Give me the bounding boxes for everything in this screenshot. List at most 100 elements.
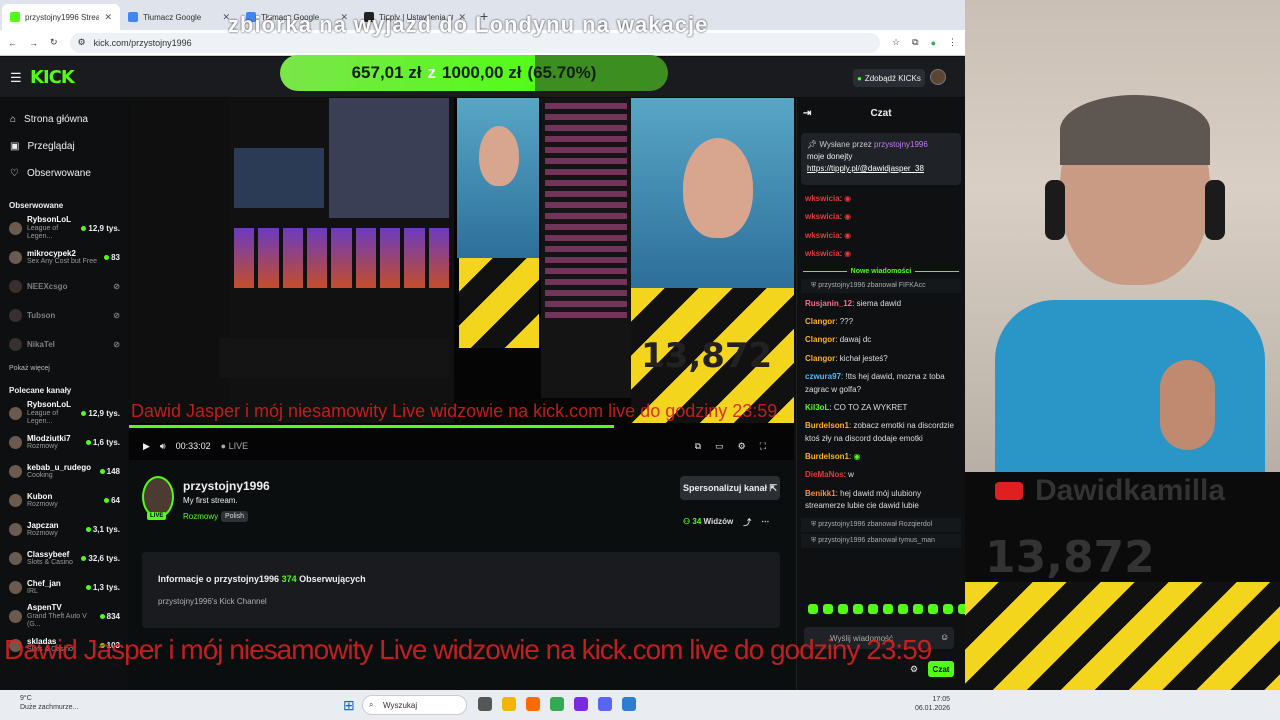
personalize-channel-button[interactable]: Spersonalizuj kanał ⇱ (680, 476, 780, 500)
sidebar-channel[interactable]: Kubon Rozmowy 64 (0, 486, 128, 515)
collapse-chat-icon[interactable]: ⇥ (803, 108, 811, 119)
youtube-icon (995, 482, 1023, 500)
browser-tab[interactable]: Tłumacz Google ✕ (120, 4, 238, 30)
browser-tab[interactable]: przystojny1996 Stream - Watch ✕ (2, 4, 120, 30)
get-kicks-button[interactable]: ● Zdobądź KICKs (853, 69, 925, 87)
live-dot-icon (85, 585, 91, 590)
reload-icon[interactable]: ↻ (50, 37, 58, 48)
clip-icon[interactable]: ⧉ (695, 441, 701, 452)
chat-username[interactable]: Kil3oL (805, 403, 829, 412)
tab-close-icon[interactable]: ✕ (104, 12, 112, 23)
volume-icon[interactable]: 🔊︎ (160, 441, 166, 452)
pin-icon: 📌︎ (807, 140, 818, 149)
chat-username[interactable]: Clangor (805, 317, 835, 326)
emote-icon[interactable] (808, 604, 818, 614)
chat-username[interactable]: Burdelson1 (805, 452, 849, 461)
language-tag[interactable]: Polish (221, 511, 249, 522)
stream-screen-capture (129, 98, 454, 423)
forward-icon[interactable]: → (29, 38, 38, 48)
chat-username[interactable]: Rusjanin_12 (805, 299, 852, 308)
firefox-icon[interactable] (526, 697, 540, 711)
chat-username[interactable]: wkswicia (805, 194, 840, 203)
kick-logo[interactable]: KICK (30, 67, 75, 88)
discord-icon[interactable] (574, 697, 588, 711)
sidebar-channel[interactable]: mikrocypek2 Sex Any Cost but Free 83 (0, 243, 128, 272)
fullscreen-icon[interactable]: ⛶ (760, 441, 766, 452)
bookmark-star-icon[interactable]: ☆ (892, 37, 900, 48)
sidebar-channel[interactable]: Chef_jan IRL 1,3 tys. (0, 573, 128, 602)
recommended-heading: Polecane kanały (9, 386, 72, 395)
site-info-icon[interactable]: ⚙ (78, 37, 86, 48)
emote-icon[interactable] (883, 604, 893, 614)
emote-icon[interactable] (853, 604, 863, 614)
pinned-by-user[interactable]: przystojny1996 (874, 140, 928, 149)
channel-info: LIVE przystojny1996 My first stream. Roz… (142, 476, 782, 536)
emote-picker-icon[interactable]: ☺ (940, 632, 949, 642)
sidebar-channel[interactable]: RybsonLoL League of Legen... 12,9 tys. (0, 399, 128, 428)
os-taskbar: 9°C Duże zachmurze... ⊞ ⌕ Wyszukaj 17:05… (0, 690, 1280, 720)
stream-category[interactable]: Rozmowy (183, 512, 218, 521)
more-icon[interactable]: ⋯ (761, 517, 769, 528)
sidebar-channel[interactable]: kebab_u_rudego Cooking 148 (0, 457, 128, 486)
sidebar-channel[interactable]: NikaTel ⊘ (0, 330, 128, 359)
channel-name: kebab_u_rudego (27, 462, 92, 472)
chat-username[interactable]: wkswicia (805, 212, 840, 221)
sidebar-channel[interactable]: Tubson ⊘ (0, 301, 128, 330)
chat-username[interactable]: Benikk1 (805, 489, 836, 498)
settings-icon[interactable]: ⚙ (738, 441, 746, 452)
sidebar-nav-item[interactable]: ♡ Obserwowane (0, 160, 128, 187)
sidebar-channel[interactable]: Mlodziutki7 Rozmowy 1,6 tys. (0, 428, 128, 457)
chat-username[interactable]: DieMaNos (805, 470, 844, 479)
chat-username[interactable]: czwura97 (805, 372, 841, 381)
sidebar-nav-item[interactable]: ⌂ Strona główna (0, 106, 128, 133)
taskbar-search[interactable]: ⌕ Wyszukaj (362, 695, 467, 715)
chat-text: siema dawid (856, 298, 902, 308)
user-avatar[interactable] (930, 69, 946, 85)
hamburger-icon[interactable]: ☰ (10, 70, 22, 86)
share-icon[interactable]: ⤴ (743, 517, 751, 528)
sidebar-channel[interactable]: AspenTV Grand Theft Auto V (G... 834 (0, 602, 128, 631)
emote-icon[interactable] (913, 604, 923, 614)
chat-username[interactable]: Clangor (805, 335, 835, 344)
chat-message: wkswicia: ◉ (797, 245, 965, 263)
play-icon[interactable]: ▶ (143, 441, 150, 452)
extensions-icon[interactable]: ⧉ (912, 37, 918, 48)
sidebar-nav-item[interactable]: ▣ Przeglądaj (0, 133, 128, 160)
steam-icon[interactable] (622, 697, 636, 711)
sidebar-channel[interactable]: NEEXcsgo ⊘ (0, 272, 128, 301)
task-view-icon[interactable] (478, 697, 492, 711)
sidebar-channel[interactable]: RybsonLoL League of Legen... 12,9 tys. (0, 214, 128, 243)
emote-icon[interactable] (898, 604, 908, 614)
chat-username[interactable]: wkswicia (805, 249, 840, 258)
theater-icon[interactable]: ▭ (715, 441, 724, 452)
weather-widget[interactable]: 9°C Duże zachmurze... (20, 694, 78, 712)
sidebar-channel[interactable]: Japczan Rozmowy 3,1 tys. (0, 515, 128, 544)
chat-username[interactable]: Burdelson1 (805, 421, 849, 430)
chat-message: DieMaNos: w (797, 466, 965, 484)
sidebar-channel[interactable]: Classybeef Slots & Casino 32,6 tys. (0, 544, 128, 573)
show-more-link[interactable]: Pokaż więcej (9, 365, 128, 372)
send-chat-button[interactable]: Czat (928, 661, 954, 677)
file-explorer-icon[interactable] (502, 697, 516, 711)
playback-progress[interactable] (129, 425, 615, 428)
chat-username[interactable]: wkswicia (805, 231, 840, 240)
emote-icon[interactable] (838, 604, 848, 614)
system-clock[interactable]: 17:05 06.01.2026 (915, 695, 950, 713)
menu-kebab-icon[interactable]: ⋮ (948, 37, 957, 48)
windows-start-icon[interactable]: ⊞ (343, 697, 355, 714)
chat-text: kichał jesteś? (839, 353, 888, 363)
emote-icon[interactable] (868, 604, 878, 614)
profile-icon[interactable]: ● (931, 38, 936, 48)
emote-icon[interactable] (943, 604, 953, 614)
pinned-link[interactable]: https://tipply.pl/@dawidjasper_38 (807, 164, 924, 173)
channel-category: Grand Theft Auto V (G... (27, 612, 87, 629)
app-icon[interactable] (598, 697, 612, 711)
back-icon[interactable]: ← (8, 38, 17, 48)
channel-name[interactable]: przystojny1996 (183, 479, 270, 493)
chrome-icon[interactable] (550, 697, 564, 711)
system-message-text: przystojny1996 zbanował tymus_man (818, 536, 935, 544)
emote-icon[interactable] (928, 604, 938, 614)
chat-username[interactable]: Clangor (805, 354, 835, 363)
emote-icon[interactable] (823, 604, 833, 614)
video-player[interactable]: 13,872 Dawid Jasper i mój niesamowity Li… (129, 98, 794, 460)
